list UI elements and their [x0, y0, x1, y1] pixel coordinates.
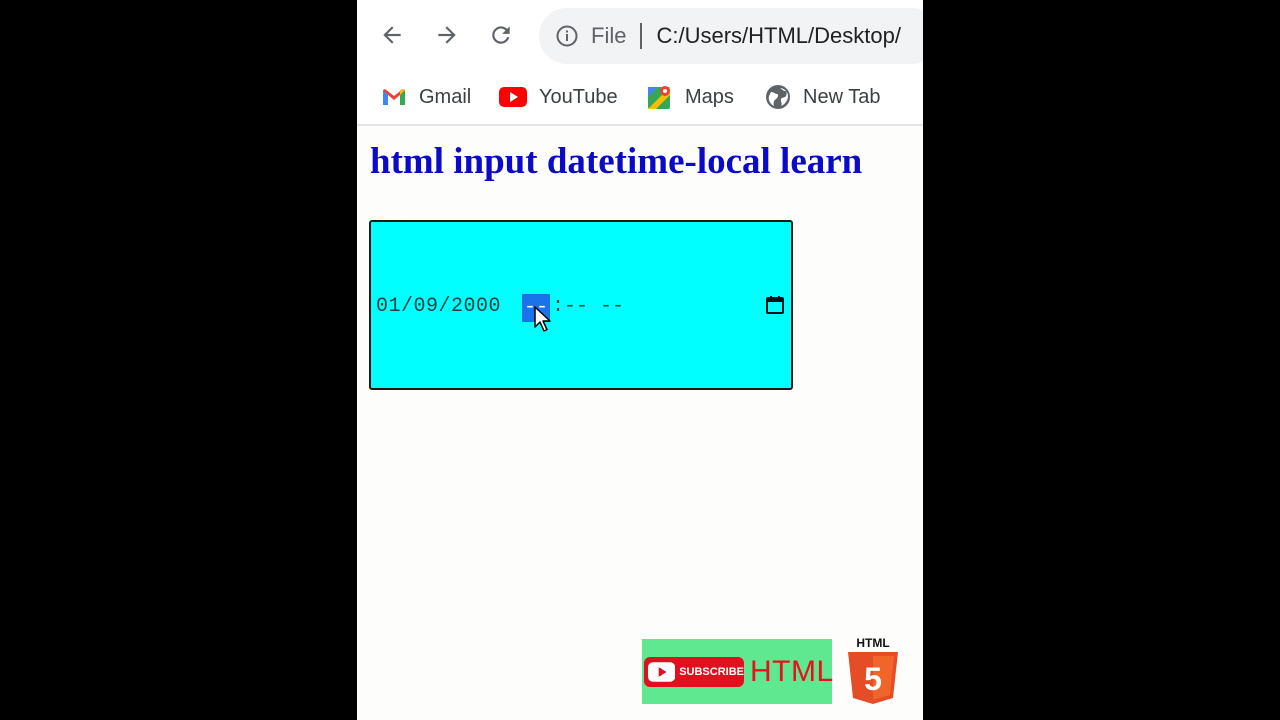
youtube-play-icon: [648, 661, 676, 682]
date-segment[interactable]: 01/09/2000: [376, 295, 501, 318]
minute-ampm-segments[interactable]: :-- --: [552, 295, 624, 318]
back-button[interactable]: [375, 18, 409, 52]
arrow-right-icon: [438, 26, 456, 44]
bookmark-gmail[interactable]: Gmail: [381, 82, 471, 112]
subscribe-label: SUBSCRIBE: [679, 665, 744, 678]
mouse-cursor-icon: [534, 306, 551, 332]
reload-icon: [492, 26, 510, 44]
html5-logo-label: HTML: [856, 636, 890, 650]
html5-logo: HTML 5: [845, 636, 901, 706]
reload-button[interactable]: [484, 18, 518, 52]
forward-button[interactable]: [430, 18, 464, 52]
address-bar[interactable]: File C:/Users/HTML/Desktop/: [539, 8, 923, 64]
bookmark-maps[interactable]: Maps: [647, 82, 734, 112]
browser-window: File C:/Users/HTML/Desktop/ Gmail YouTub…: [357, 0, 923, 720]
calendar-icon[interactable]: [765, 295, 785, 315]
svg-text:5: 5: [864, 661, 882, 697]
bookmark-label: Maps: [685, 85, 734, 108]
datetime-local-input[interactable]: 01/09/2000 -- :-- --: [369, 220, 793, 390]
bookmark-label: Gmail: [419, 85, 472, 108]
browser-toolbar: File C:/Users/HTML/Desktop/: [357, 0, 923, 70]
bookmark-youtube[interactable]: YouTube: [499, 82, 618, 112]
html5-shield-icon: 5: [848, 652, 898, 704]
youtube-icon: [499, 87, 527, 107]
arrow-left-icon: [383, 26, 401, 44]
bookmark-label: YouTube: [539, 85, 618, 108]
subscribe-banner[interactable]: SUBSCRIBE HTML: [642, 639, 834, 704]
bookmark-new-tab[interactable]: New Tab: [765, 82, 880, 112]
globe-icon: [766, 85, 790, 109]
page-title: html input datetime-local learn: [370, 141, 863, 182]
info-icon[interactable]: [555, 24, 579, 48]
url-text: C:/Users/HTML/Desktop/: [656, 23, 901, 48]
channel-name: HTML: [750, 654, 834, 688]
maps-icon: [648, 86, 670, 109]
bookmarks-bar: Gmail YouTube Maps New Tab: [357, 70, 923, 126]
gmail-icon: [383, 89, 405, 105]
bookmark-label: New Tab: [803, 85, 881, 108]
url-scheme: File: [591, 23, 627, 48]
url-divider: [640, 23, 643, 49]
subscribe-button[interactable]: SUBSCRIBE: [644, 656, 744, 687]
